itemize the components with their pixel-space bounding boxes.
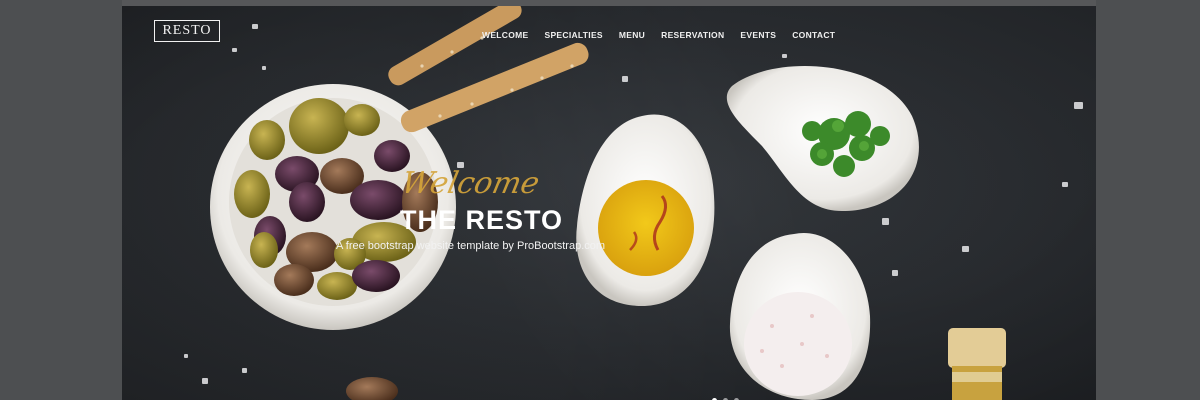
hero-title: THE RESTO xyxy=(400,205,564,235)
nav-welcome[interactable]: WELCOME xyxy=(482,30,528,40)
nav-specialties[interactable]: SPECIALTIES xyxy=(544,30,602,40)
hero-subtitle: A free bootstrap website template by Pro… xyxy=(336,240,606,252)
right-margin xyxy=(1096,0,1200,400)
nav-events[interactable]: EVENTS xyxy=(740,30,776,40)
main-nav: WELCOME SPECIALTIES MENU RESERVATION EVE… xyxy=(482,30,851,40)
left-margin xyxy=(0,0,122,400)
nav-menu[interactable]: MENU xyxy=(619,30,645,40)
food-illustration xyxy=(184,6,1083,400)
brand-logo[interactable]: RESTO xyxy=(154,20,220,42)
nav-reservation[interactable]: RESERVATION xyxy=(661,30,724,40)
nav-contact[interactable]: CONTACT xyxy=(792,30,835,40)
hero-script-welcome: Welcome xyxy=(398,166,543,201)
hero-section xyxy=(122,6,1096,400)
